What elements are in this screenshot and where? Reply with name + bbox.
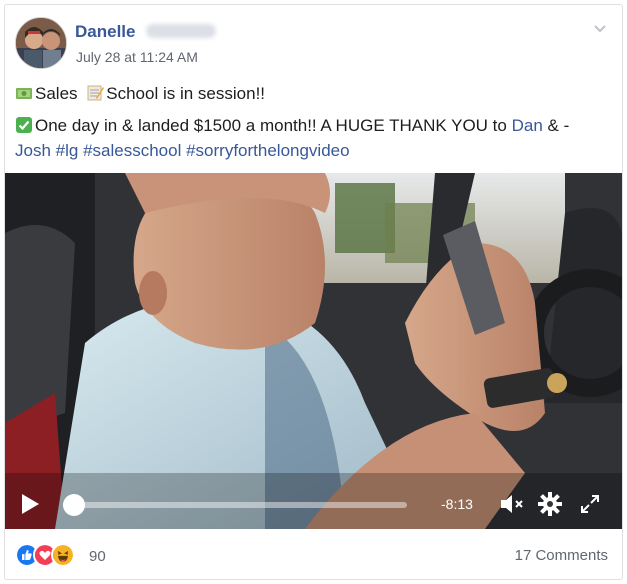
video-player[interactable]: -8:13 xyxy=(5,173,622,529)
hashtag-sorryforthelongvideo[interactable]: #sorryforthelongvideo xyxy=(186,141,349,160)
post-text: Sales School is in session!! One day in … xyxy=(15,81,615,163)
post-body-part2: & - xyxy=(542,116,570,135)
chevron-down-icon[interactable] xyxy=(592,21,608,37)
author-name[interactable]: Danelle xyxy=(75,22,217,42)
money-emoji-icon xyxy=(16,88,32,99)
hashtag-lg[interactable]: #lg xyxy=(56,141,79,160)
video-progress-knob[interactable] xyxy=(63,494,86,516)
reaction-count[interactable]: 90 xyxy=(89,548,106,565)
post-header: Danelle July 28 at 11:24 AM xyxy=(5,5,622,75)
post-timestamp[interactable]: July 28 at 11:24 AM xyxy=(76,49,198,65)
post-line-1: Sales School is in session!! xyxy=(15,81,615,106)
avatar-image xyxy=(16,18,66,68)
fullscreen-icon[interactable] xyxy=(579,493,601,515)
mention-dan[interactable]: Dan xyxy=(512,116,543,135)
time-remaining: -8:13 xyxy=(441,496,473,512)
author-first-name[interactable]: Danelle xyxy=(75,22,135,41)
mute-icon[interactable] xyxy=(499,492,527,516)
school-sentence: School is in session!! xyxy=(106,84,266,103)
check-emoji-icon xyxy=(16,117,32,133)
post-footer: 90 17 Comments xyxy=(5,529,622,579)
avatar[interactable] xyxy=(15,17,67,69)
hashtag-salesschool[interactable]: #salesschool xyxy=(83,141,181,160)
gear-icon[interactable] xyxy=(537,491,563,517)
post-card: Danelle July 28 at 11:24 AM Sales School… xyxy=(4,4,623,580)
comments-count[interactable]: 17 Comments xyxy=(515,547,608,564)
video-frame xyxy=(5,173,622,529)
post-body-part1: One day in & landed $1500 a month!! A HU… xyxy=(35,116,512,135)
memo-emoji-icon xyxy=(87,85,105,101)
author-last-name-redacted xyxy=(146,24,217,38)
post-line-2: One day in & landed $1500 a month!! A HU… xyxy=(15,113,615,163)
video-controls: -8:13 xyxy=(5,479,622,529)
haha-icon xyxy=(51,543,75,567)
mention-josh[interactable]: Josh xyxy=(15,141,51,160)
video-progress-track[interactable] xyxy=(71,502,407,508)
sales-word: Sales xyxy=(35,84,78,103)
play-icon[interactable] xyxy=(19,492,41,516)
